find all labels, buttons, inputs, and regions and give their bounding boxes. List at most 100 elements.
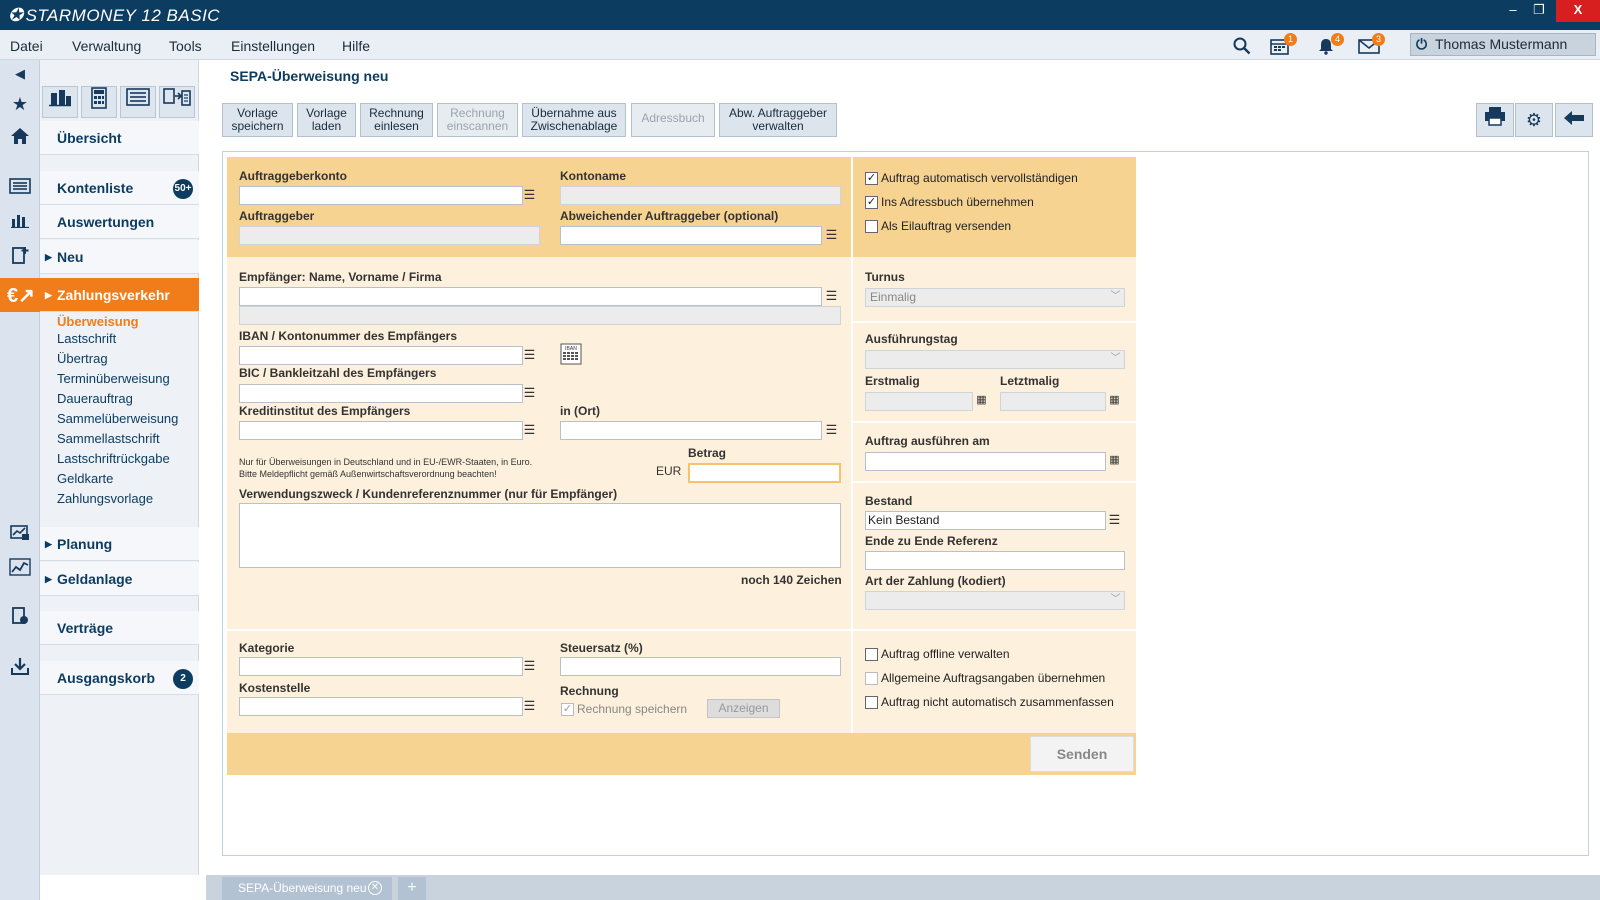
list-icon[interactable]: ☰ <box>520 657 539 676</box>
bell-icon[interactable]: 4 <box>1317 33 1344 55</box>
letztmalig-input[interactable] <box>1000 392 1106 411</box>
close-window-button[interactable]: X <box>1556 0 1600 22</box>
calendar-picker-icon[interactable]: ▦ <box>972 392 991 411</box>
menu-tools[interactable]: Tools <box>169 38 202 54</box>
art-zahlung-select[interactable] <box>865 591 1125 610</box>
iban-calculator-icon[interactable]: IBAN <box>560 343 582 365</box>
erstmalig-input[interactable] <box>865 392 973 411</box>
close-tab-icon[interactable]: ✕ <box>368 881 382 895</box>
senden-button[interactable]: Senden <box>1030 736 1134 772</box>
nav-neu[interactable]: ▶ Neu <box>40 240 199 274</box>
investment-chart-icon[interactable] <box>8 558 32 580</box>
steuersatz-input[interactable] <box>560 657 841 676</box>
contracts-icon[interactable] <box>8 606 32 628</box>
abw-auftraggeber-input[interactable] <box>560 226 822 245</box>
sub-ueberweisung[interactable]: Überweisung <box>57 314 139 329</box>
nav-auswertungen[interactable]: Auswertungen <box>40 205 199 239</box>
zusammenfassen-checkbox[interactable] <box>865 696 878 709</box>
verwendungszweck-textarea[interactable] <box>239 503 841 568</box>
menu-verwaltung[interactable]: Verwaltung <box>72 38 141 54</box>
home-icon[interactable] <box>8 127 32 149</box>
betrag-input[interactable] <box>688 463 841 483</box>
chevron-down-icon[interactable]: ﹀ <box>1107 288 1124 307</box>
transfer-list-icon[interactable] <box>159 86 195 118</box>
calendar-picker-icon[interactable]: ▦ <box>1105 392 1124 411</box>
nav-uebersicht[interactable]: Übersicht <box>40 121 199 155</box>
sub-lastschrift[interactable]: Lastschrift <box>57 331 116 346</box>
kategorie-input[interactable] <box>239 657 523 676</box>
star-icon[interactable]: ★ <box>8 93 32 115</box>
collapse-arrow-icon[interactable]: ◀ <box>8 63 32 85</box>
kreditinstitut-input[interactable] <box>239 421 523 440</box>
nav-planung[interactable]: ▶ Planung <box>40 527 199 561</box>
list-icon[interactable]: ☰ <box>520 186 539 205</box>
list-icon[interactable]: ☰ <box>520 697 539 716</box>
print-icon[interactable] <box>1476 103 1514 137</box>
bar-chart-icon[interactable] <box>8 211 32 233</box>
chevron-down-icon[interactable]: ﹀ <box>1107 591 1124 610</box>
sub-zahlungsvorlage[interactable]: Zahlungsvorlage <box>57 491 153 506</box>
rechnung-speichern-checkbox[interactable]: ✓ <box>561 703 574 716</box>
anzeigen-button[interactable]: Anzeigen <box>707 699 780 718</box>
outbox-download-icon[interactable] <box>8 656 32 678</box>
sub-sammelueberweisung[interactable]: Sammelüberweisung <box>57 411 178 426</box>
menu-hilfe[interactable]: Hilfe <box>342 38 370 54</box>
sub-terminueberweisung[interactable]: Terminüberweisung <box>57 371 170 386</box>
ausfuehren-am-input[interactable] <box>865 452 1106 471</box>
calendar-icon[interactable]: 1 <box>1270 33 1297 55</box>
mail-icon[interactable]: 3 <box>1358 33 1385 55</box>
abw-auftraggeber-verwalten-button[interactable]: Abw. Auftraggeber verwalten <box>719 103 837 137</box>
chevron-down-icon[interactable]: ﹀ <box>1107 350 1124 369</box>
list-icon[interactable]: ☰ <box>822 421 841 440</box>
bic-input[interactable] <box>239 384 523 403</box>
sub-geldkarte[interactable]: Geldkarte <box>57 471 113 486</box>
accounts-tool-icon[interactable] <box>42 86 78 118</box>
minimize-button[interactable]: – <box>1500 0 1526 22</box>
sub-lastschriftrueckgabe[interactable]: Lastschriftrückgabe <box>57 451 170 466</box>
vorlage-laden-button[interactable]: Vorlage laden <box>297 103 356 137</box>
e2e-input[interactable] <box>865 551 1125 570</box>
list-icon[interactable]: ☰ <box>520 421 539 440</box>
payments-rail-highlight[interactable]: €↗ <box>0 278 40 312</box>
adressbuch-button[interactable]: Adressbuch <box>631 103 715 137</box>
tab-sepa-ueberweisung[interactable]: SEPA-Überweisung neu ✕ <box>222 877 392 900</box>
sub-sammellastschrift[interactable]: Sammellastschrift <box>57 431 160 446</box>
calculator-icon[interactable] <box>81 86 117 118</box>
add-tab-button[interactable]: + <box>398 877 426 900</box>
auftraggeberkonto-input[interactable] <box>239 186 523 205</box>
eilauftrag-checkbox[interactable] <box>865 220 878 233</box>
menu-datei[interactable]: Datei <box>10 38 43 54</box>
menu-einstellungen[interactable]: Einstellungen <box>231 38 315 54</box>
sub-uebertrag[interactable]: Übertrag <box>57 351 108 366</box>
search-icon[interactable] <box>1233 37 1255 55</box>
ort-input[interactable] <box>560 421 822 440</box>
maximize-button[interactable]: ❐ <box>1526 0 1552 22</box>
kostenstelle-input[interactable] <box>239 697 523 716</box>
ausfuehrungstag-select[interactable] <box>865 350 1125 369</box>
nav-kontenliste[interactable]: Kontenliste 50+ <box>40 171 199 205</box>
list-icon[interactable]: ☰ <box>822 226 841 245</box>
rechnung-einlesen-button[interactable]: Rechnung einlesen <box>360 103 433 137</box>
bestand-input[interactable]: Kein Bestand <box>865 511 1106 530</box>
auto-complete-checkbox[interactable]: ✓ <box>865 172 878 185</box>
allgemein-checkbox[interactable] <box>865 672 878 685</box>
planning-icon[interactable] <box>8 524 32 546</box>
adressbuch-checkbox[interactable]: ✓ <box>865 196 878 209</box>
list-icon[interactable]: ☰ <box>520 384 539 403</box>
list-icon[interactable]: ☰ <box>520 346 539 365</box>
nav-geldanlage[interactable]: ▶ Geldanlage <box>40 562 199 596</box>
uebernahme-zwischenablage-button[interactable]: Übernahme aus Zwischenablage <box>522 103 626 137</box>
nav-zahlungsverkehr[interactable]: ▶ Zahlungsverkehr <box>40 278 199 312</box>
user-button[interactable]: ⏻ Thomas Mustermann <box>1410 33 1596 56</box>
iban-input[interactable] <box>239 346 523 365</box>
nav-ausgangskorb[interactable]: Ausgangskorb 2 <box>40 661 199 695</box>
list-view-icon[interactable] <box>120 86 156 118</box>
vorlage-speichern-button[interactable]: Vorlage speichern <box>222 103 293 137</box>
new-document-icon[interactable] <box>8 245 32 267</box>
nav-vertraege[interactable]: Verträge <box>40 611 199 645</box>
empfaenger-input[interactable] <box>239 287 822 306</box>
list-icon[interactable]: ☰ <box>822 287 841 306</box>
offline-checkbox[interactable] <box>865 648 878 661</box>
turnus-select[interactable]: Einmalig <box>865 288 1125 307</box>
settings-gear-icon[interactable]: ⚙ <box>1515 103 1553 137</box>
